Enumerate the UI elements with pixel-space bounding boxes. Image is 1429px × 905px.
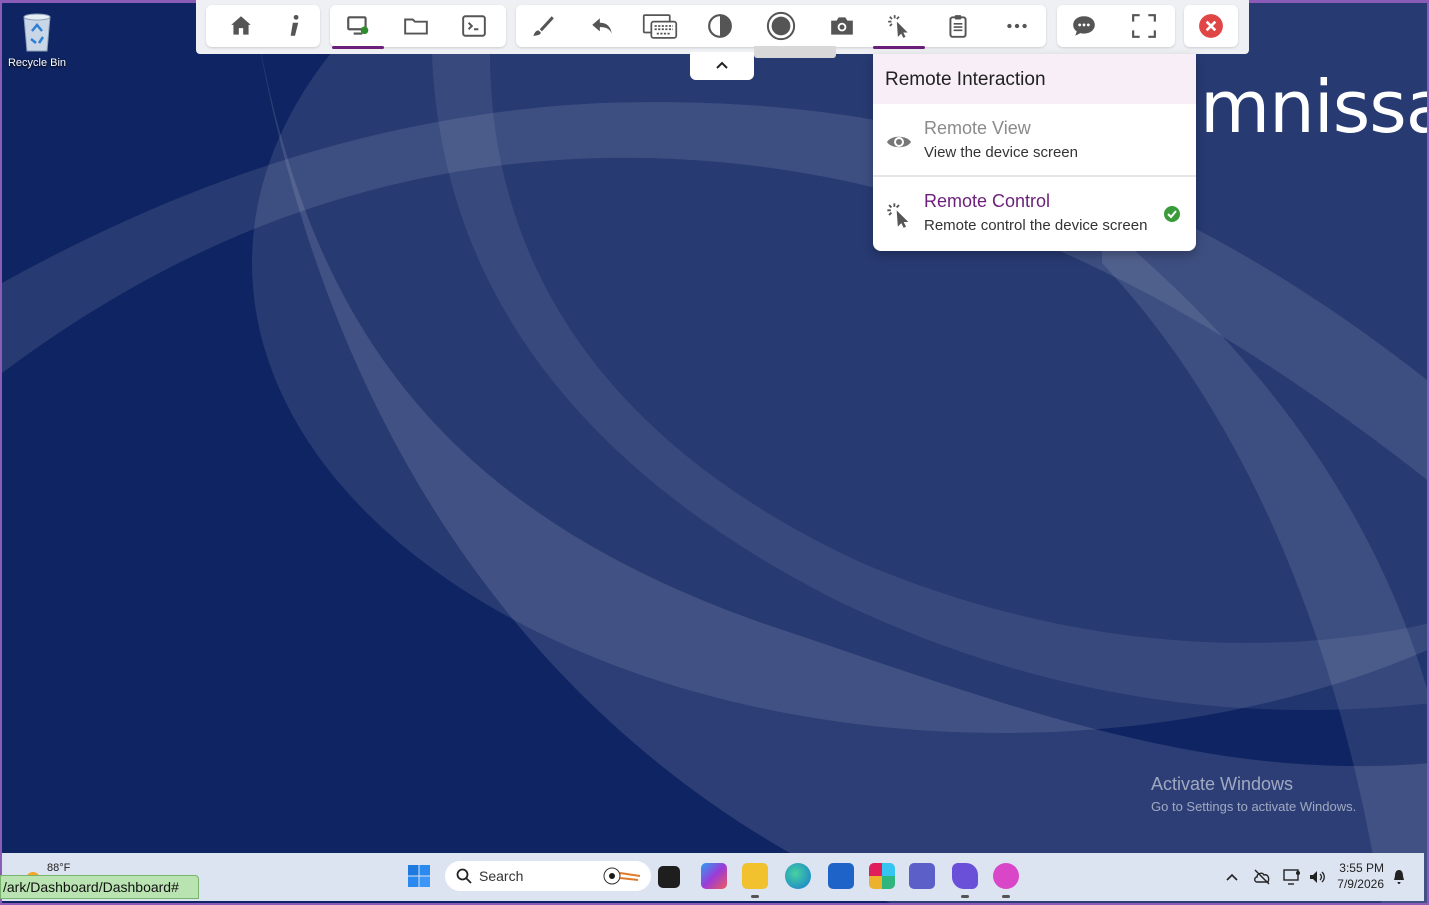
terminal-icon xyxy=(462,15,486,37)
start-icon xyxy=(408,865,430,887)
running-indicator xyxy=(961,895,969,898)
remote-toolbar xyxy=(196,0,1249,54)
eye-icon xyxy=(887,136,911,148)
search-placeholder: Search xyxy=(479,868,524,884)
toolbar-group-device xyxy=(330,5,506,49)
chat-button[interactable] xyxy=(1058,5,1110,47)
edge-app[interactable] xyxy=(785,863,811,889)
recycle-bin-label: Recycle Bin xyxy=(7,57,67,69)
folder-icon xyxy=(404,18,428,35)
remote-view-title: Remote View xyxy=(924,118,1031,138)
clock-time: 3:55 PM xyxy=(1339,861,1384,875)
contrast-button[interactable] xyxy=(694,5,746,47)
toolbar-group-view xyxy=(1057,5,1175,47)
pointer-click-icon xyxy=(887,203,909,228)
more-icon xyxy=(1007,23,1027,29)
slack-app[interactable] xyxy=(869,863,895,889)
desktop: Recycle Bin mnissa® Activate Windows Go … xyxy=(0,0,1429,905)
home-button[interactable] xyxy=(215,5,267,47)
remote-view-subtitle: View the device screen xyxy=(924,144,1078,161)
remote-view-option[interactable]: Remote View View the device screen xyxy=(873,106,1196,178)
taskbar-search[interactable]: Search xyxy=(445,861,651,891)
screenshot-button[interactable] xyxy=(816,5,868,47)
undo-icon xyxy=(592,18,612,34)
remote-control-title: Remote Control xyxy=(924,191,1051,211)
record-icon xyxy=(766,11,796,41)
remote-interaction-button[interactable] xyxy=(873,5,925,49)
activate-subtitle: Go to Settings to activate Windows. xyxy=(1151,799,1357,814)
brand-text: mnissa xyxy=(1200,65,1429,149)
search-icon xyxy=(456,868,472,884)
annotate-button[interactable] xyxy=(517,5,569,47)
keyboard-button[interactable] xyxy=(634,5,686,47)
viva-app[interactable] xyxy=(952,863,978,898)
store-app[interactable] xyxy=(828,863,854,889)
contrast-icon xyxy=(708,14,732,38)
selected-check-icon xyxy=(1164,206,1180,222)
tooltip-remnant xyxy=(754,46,836,58)
info-button[interactable] xyxy=(275,5,315,47)
clipboard-button[interactable] xyxy=(932,5,984,47)
more-button[interactable] xyxy=(991,5,1043,47)
recycle-bin-icon xyxy=(19,11,55,53)
close-icon xyxy=(1199,14,1223,38)
running-indicator xyxy=(1002,895,1010,898)
chevron-up-icon xyxy=(716,61,728,69)
terminal-button[interactable] xyxy=(448,5,500,47)
remote-control-subtitle: Remote control the device screen xyxy=(924,217,1148,234)
weather-temp: 88°F xyxy=(47,862,71,874)
running-indicator xyxy=(751,895,759,898)
start-button[interactable] xyxy=(407,864,431,888)
file-explorer-app[interactable] xyxy=(742,863,768,898)
brush-icon xyxy=(533,16,554,36)
m365-app[interactable] xyxy=(701,863,727,889)
info-icon xyxy=(290,14,299,36)
network-icon[interactable] xyxy=(1282,867,1302,887)
system-clock[interactable]: 3:55 PM 7/9/2026 xyxy=(1332,860,1384,892)
close-session-button[interactable] xyxy=(1185,5,1237,47)
remote-control-option[interactable]: Remote Control Remote control the device… xyxy=(873,179,1196,251)
status-url: /ark/Dashboard/Dashboard# xyxy=(0,875,199,899)
recycle-bin[interactable]: Recycle Bin xyxy=(6,11,68,69)
toolbar-group-close xyxy=(1184,5,1238,47)
activate-windows-watermark: Activate Windows Go to Settings to activ… xyxy=(1151,774,1356,814)
remote-interaction-menu: Remote Interaction Remote View View the … xyxy=(873,54,1196,251)
remote-desktop-icon xyxy=(347,16,369,35)
record-button[interactable] xyxy=(755,5,807,47)
menu-divider xyxy=(873,175,1196,177)
brand-logo: mnissa® xyxy=(1200,65,1429,149)
remote-desktop-button[interactable] xyxy=(332,5,384,49)
collapse-toolbar-button[interactable] xyxy=(690,52,754,80)
fullscreen-button[interactable] xyxy=(1118,5,1170,47)
search-highlight-icon xyxy=(603,867,641,885)
teams-app[interactable] xyxy=(909,863,935,889)
taskbar: 88°F Search 3:55 PM 7/9/2026 xyxy=(2,853,1424,901)
volume-icon[interactable] xyxy=(1307,867,1327,887)
activate-title: Activate Windows xyxy=(1151,774,1294,794)
files-button[interactable] xyxy=(390,5,442,47)
fullscreen-icon xyxy=(1132,14,1156,38)
copilot-app[interactable] xyxy=(993,863,1019,898)
keyboard-icon xyxy=(642,14,678,39)
home-icon xyxy=(231,16,251,35)
chevron-up-icon[interactable] xyxy=(1222,867,1242,887)
chat-icon xyxy=(1073,16,1095,36)
widgets-app[interactable] xyxy=(658,866,680,888)
menu-title: Remote Interaction xyxy=(873,54,1196,104)
toolbar-group-tools xyxy=(516,5,1046,49)
clipboard-icon xyxy=(949,15,967,38)
cloud-off-icon[interactable] xyxy=(1252,867,1272,887)
clock-date: 7/9/2026 xyxy=(1337,877,1384,891)
toolbar-group-nav xyxy=(206,5,320,47)
undo-button[interactable] xyxy=(576,5,628,47)
camera-icon xyxy=(831,17,853,35)
remote-interaction-icon xyxy=(888,15,908,38)
notification-icon[interactable] xyxy=(1391,869,1407,885)
